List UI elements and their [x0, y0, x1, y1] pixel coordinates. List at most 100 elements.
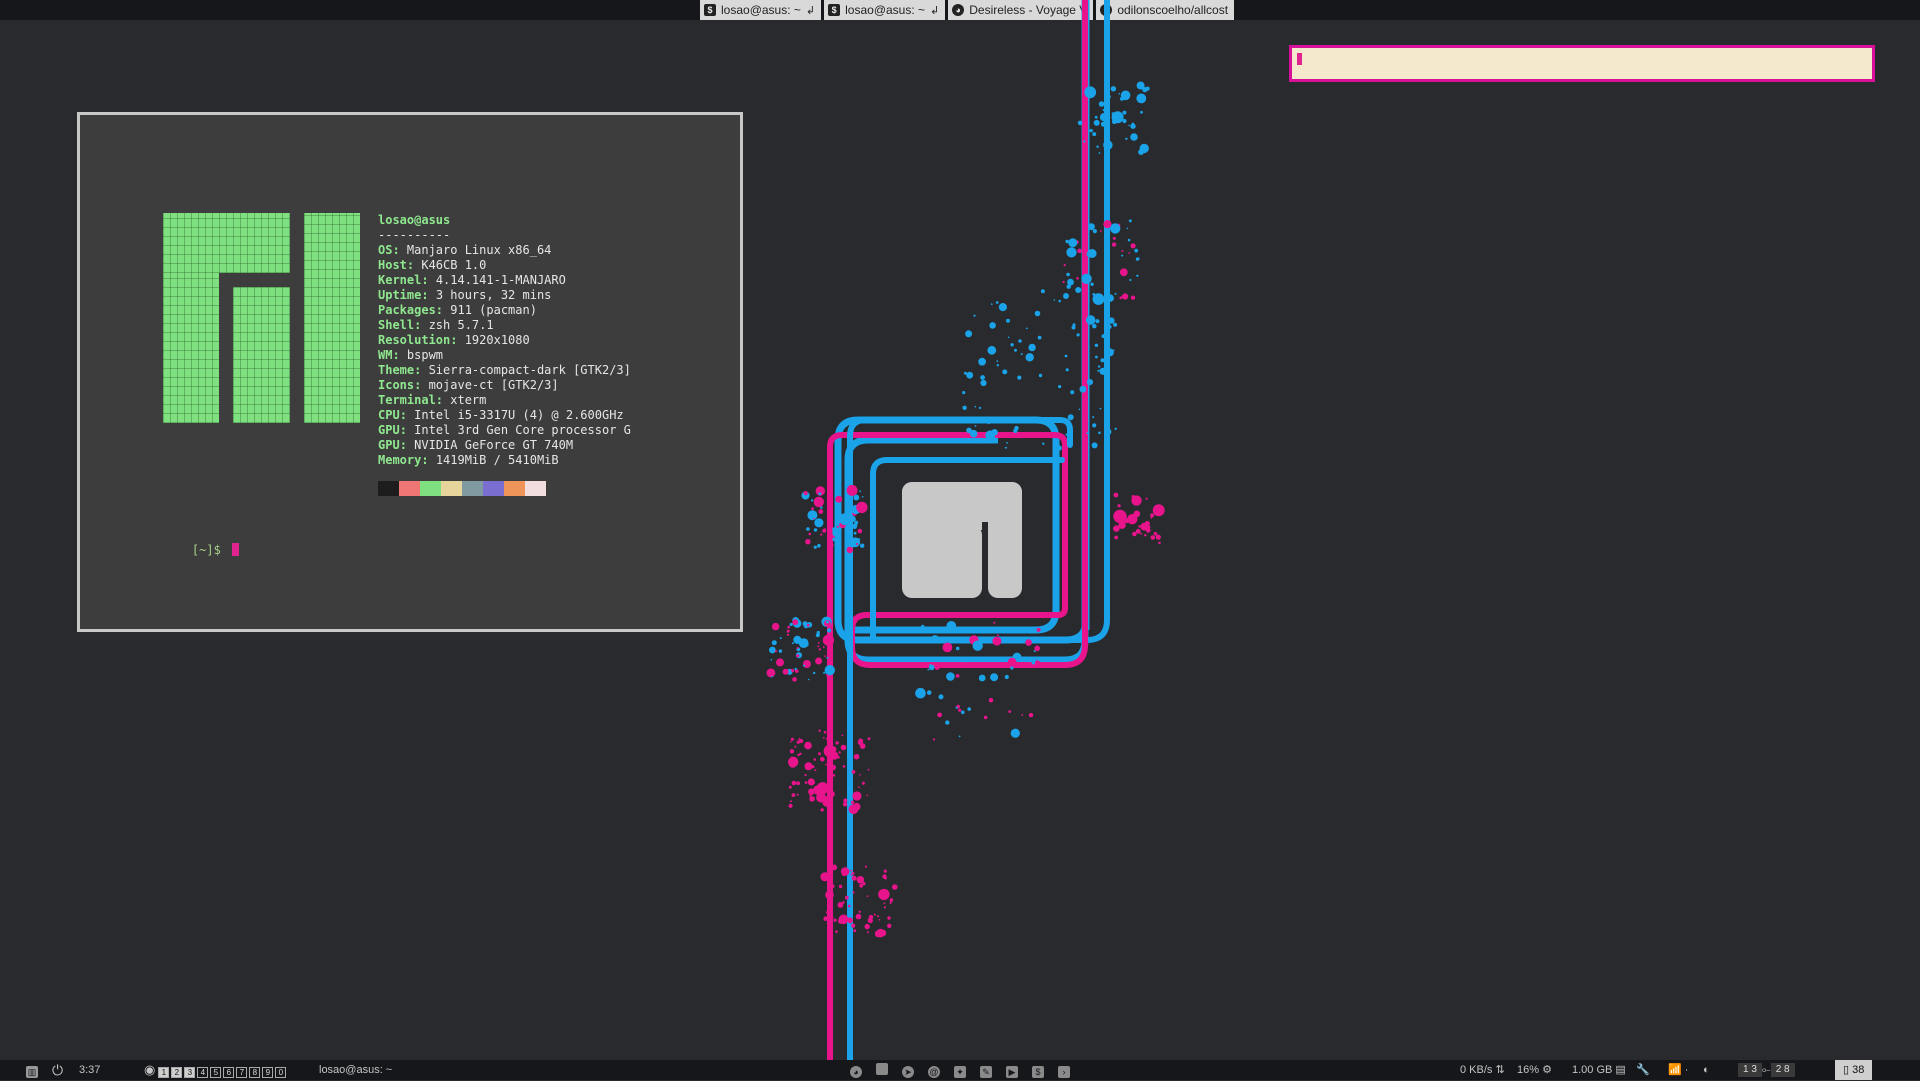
text-cursor: [1297, 53, 1302, 65]
info-key: CPU: [378, 408, 400, 422]
info-row: GPU: Intel 3rd Gen Core processor G: [378, 423, 631, 437]
workspace-button[interactable]: 8: [249, 1067, 261, 1078]
info-row: Resolution: 1920x1080: [378, 333, 530, 347]
info-row: CPU: Intel i5-3317U (4) @ 2.600GHz: [378, 408, 624, 422]
info-row: GPU: NVIDIA GeForce GT 740M: [378, 438, 574, 452]
info-key: GPU: [378, 423, 400, 437]
prompt-line[interactable]: [~]$: [163, 528, 240, 573]
cpu-icon: ⚙: [1542, 1064, 1552, 1076]
folder-icon[interactable]: [876, 1063, 888, 1075]
info-value: K46CB 1.0: [421, 258, 487, 272]
color-swatch: [441, 481, 462, 496]
info-value: zsh 5.7.1: [428, 318, 494, 332]
user-host: losao@asus: [378, 213, 451, 227]
settings-icon[interactable]: ✦: [954, 1066, 966, 1078]
xterm-window[interactable]: [~]$ neofetch losao@asus ---------- OS: …: [77, 112, 743, 632]
color-swatch: [420, 481, 441, 496]
info-value: 1419MiB / 5410MiB: [435, 453, 559, 467]
info-row: Kernel: 4.14.141-1-MANJARO: [378, 273, 566, 287]
cpu-usage: 16% ⚙: [1517, 1064, 1552, 1076]
info-key: Kernel: [378, 273, 422, 287]
info-key: Packages: [378, 303, 436, 317]
manjaro-logo-grey: [902, 482, 1022, 598]
eye-icon[interactable]: ◉: [144, 1062, 155, 1077]
battery-indicator: ▯ 38: [1835, 1060, 1873, 1080]
bottom-bar: ▥ ⏻ 3:37 ◉ 1 2 3 4 5 6 7 8 9 0 losao@asus: ~ ◕ ➤ @ ✦ ✎…: [0, 1060, 1920, 1080]
info-key: WM: [378, 348, 393, 362]
info-value: mojave-ct [GTK2/3]: [428, 378, 559, 392]
info-key: Icons: [378, 378, 415, 392]
system-info: losao@asus ---------- OS: Manjaro Linux …: [378, 213, 631, 468]
info-value: 911 (pacman): [450, 303, 537, 317]
color-swatch: [483, 481, 504, 496]
battery-icon: ▯: [1843, 1064, 1850, 1076]
info-row: Packages: 911 (pacman): [378, 303, 537, 317]
info-row: Memory: 1419MiB / 5410MiB: [378, 453, 559, 467]
info-key: Memory: [378, 453, 422, 467]
workspace-button[interactable]: 1: [158, 1067, 170, 1078]
desktop-indicator[interactable]: 1 3 ⟜ 2 8: [1738, 1060, 1795, 1080]
workspace-button[interactable]: 6: [223, 1067, 235, 1078]
info-row: Terminal: xterm: [378, 393, 487, 407]
workspace-button[interactable]: 4: [197, 1067, 209, 1078]
blue-line-main: [862, 0, 1110, 643]
info-row: Shell: zsh 5.7.1: [378, 318, 494, 332]
info-value: 1920x1080: [464, 333, 530, 347]
youtube-icon[interactable]: ▶: [1006, 1066, 1018, 1078]
terminal-cursor: [232, 543, 240, 556]
editor-icon[interactable]: ✎: [980, 1066, 992, 1078]
firefox-icon[interactable]: ◕: [850, 1066, 862, 1078]
launcher-input[interactable]: [1289, 45, 1875, 82]
color-palette: [378, 481, 546, 496]
info-key: Terminal: [378, 393, 436, 407]
info-key: Shell: [378, 318, 415, 332]
console-icon[interactable]: ›: [1058, 1066, 1070, 1078]
workspace-button[interactable]: 3: [184, 1067, 196, 1078]
net-speed: 0 KB/s ⇅: [1460, 1064, 1505, 1076]
info-key: GPU: [378, 438, 400, 452]
manjaro-wallpaper-art: [766, 0, 1165, 1060]
wifi-icon[interactable]: 📶 ·: [1668, 1060, 1688, 1080]
terminal-icon: $: [704, 4, 716, 16]
info-value: bspwm: [406, 348, 444, 362]
manjaro-menu-icon[interactable]: ▥: [26, 1060, 38, 1080]
info-value: Intel 3rd Gen Core processor G: [414, 423, 631, 437]
active-window-title: losao@asus: ~: [319, 1064, 393, 1076]
workspace-button[interactable]: 7: [236, 1067, 248, 1078]
workspace-button[interactable]: 2: [171, 1067, 183, 1078]
email-icon[interactable]: @: [928, 1066, 940, 1078]
info-value: Sierra-compact-dark [GTK2/3]: [428, 363, 631, 377]
info-value: xterm: [450, 393, 487, 407]
color-swatch: [399, 481, 420, 496]
separator: ----------: [378, 228, 451, 242]
info-key: Resolution: [378, 333, 451, 347]
workspace-button[interactable]: 5: [210, 1067, 222, 1078]
workspace-switcher[interactable]: ◉ 1 2 3 4 5 6 7 8 9 0: [144, 1060, 288, 1080]
info-value: Manjaro Linux x86_64: [406, 243, 552, 257]
info-key: Host: [378, 258, 407, 272]
terminal-icon[interactable]: $: [1032, 1066, 1044, 1078]
info-row: Icons: mojave-ct [GTK2/3]: [378, 378, 559, 392]
color-swatch: [504, 481, 525, 496]
shell-prompt: [~]$: [191, 543, 229, 557]
workspace-button[interactable]: 0: [275, 1067, 287, 1078]
info-row: Theme: Sierra-compact-dark [GTK2/3]: [378, 363, 631, 377]
wrench-icon[interactable]: 🔧: [1636, 1060, 1650, 1080]
workspace-button[interactable]: 9: [262, 1067, 274, 1078]
mem-usage: 1.00 GB ▤: [1572, 1064, 1626, 1076]
color-swatch: [462, 481, 483, 496]
power-icon[interactable]: ⏻: [52, 1060, 63, 1080]
info-key: OS: [378, 243, 393, 257]
info-row: Host: K46CB 1.0: [378, 258, 487, 272]
color-swatch: [378, 481, 399, 496]
manjaro-ascii-logo: [163, 213, 360, 423]
info-value: NVIDIA GeForce GT 740M: [414, 438, 574, 452]
info-row: WM: bspwm: [378, 348, 444, 362]
info-row: OS: Manjaro Linux x86_64: [378, 243, 552, 257]
info-key: Theme: [378, 363, 415, 377]
info-value: 4.14.141-1-MANJARO: [435, 273, 566, 287]
color-swatch: [525, 481, 546, 496]
vpn-icon[interactable]: ◐: [1703, 1060, 1710, 1080]
telegram-icon[interactable]: ➤: [902, 1066, 914, 1078]
info-value: 3 hours, 32 mins: [435, 288, 552, 302]
